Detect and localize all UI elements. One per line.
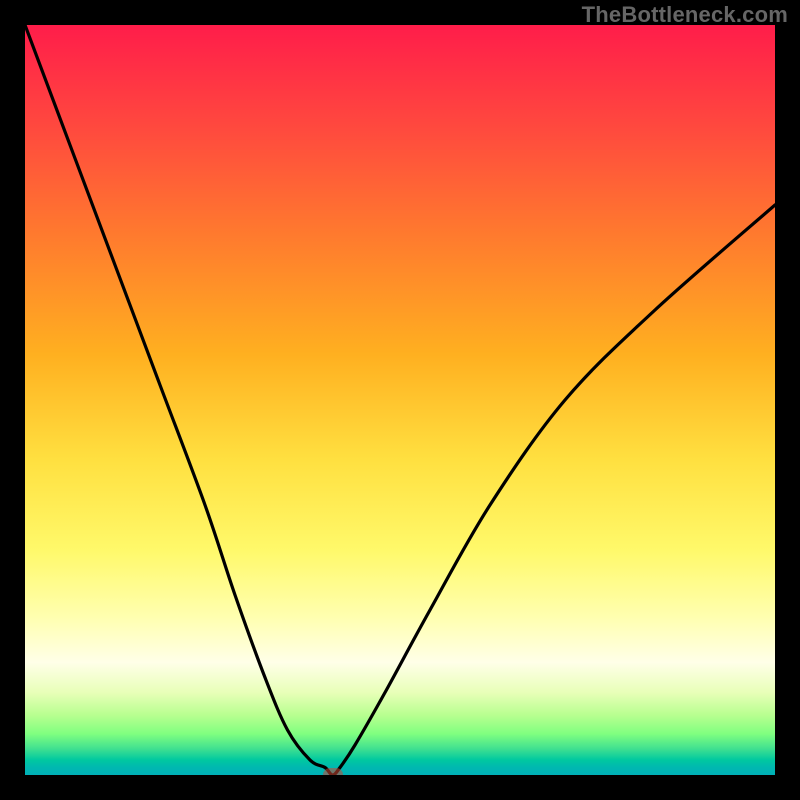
bottleneck-curve (25, 25, 775, 775)
bottleneck-marker (323, 768, 343, 775)
plot-area (25, 25, 775, 775)
chart-frame: TheBottleneck.com (0, 0, 800, 800)
watermark-text: TheBottleneck.com (582, 2, 788, 28)
